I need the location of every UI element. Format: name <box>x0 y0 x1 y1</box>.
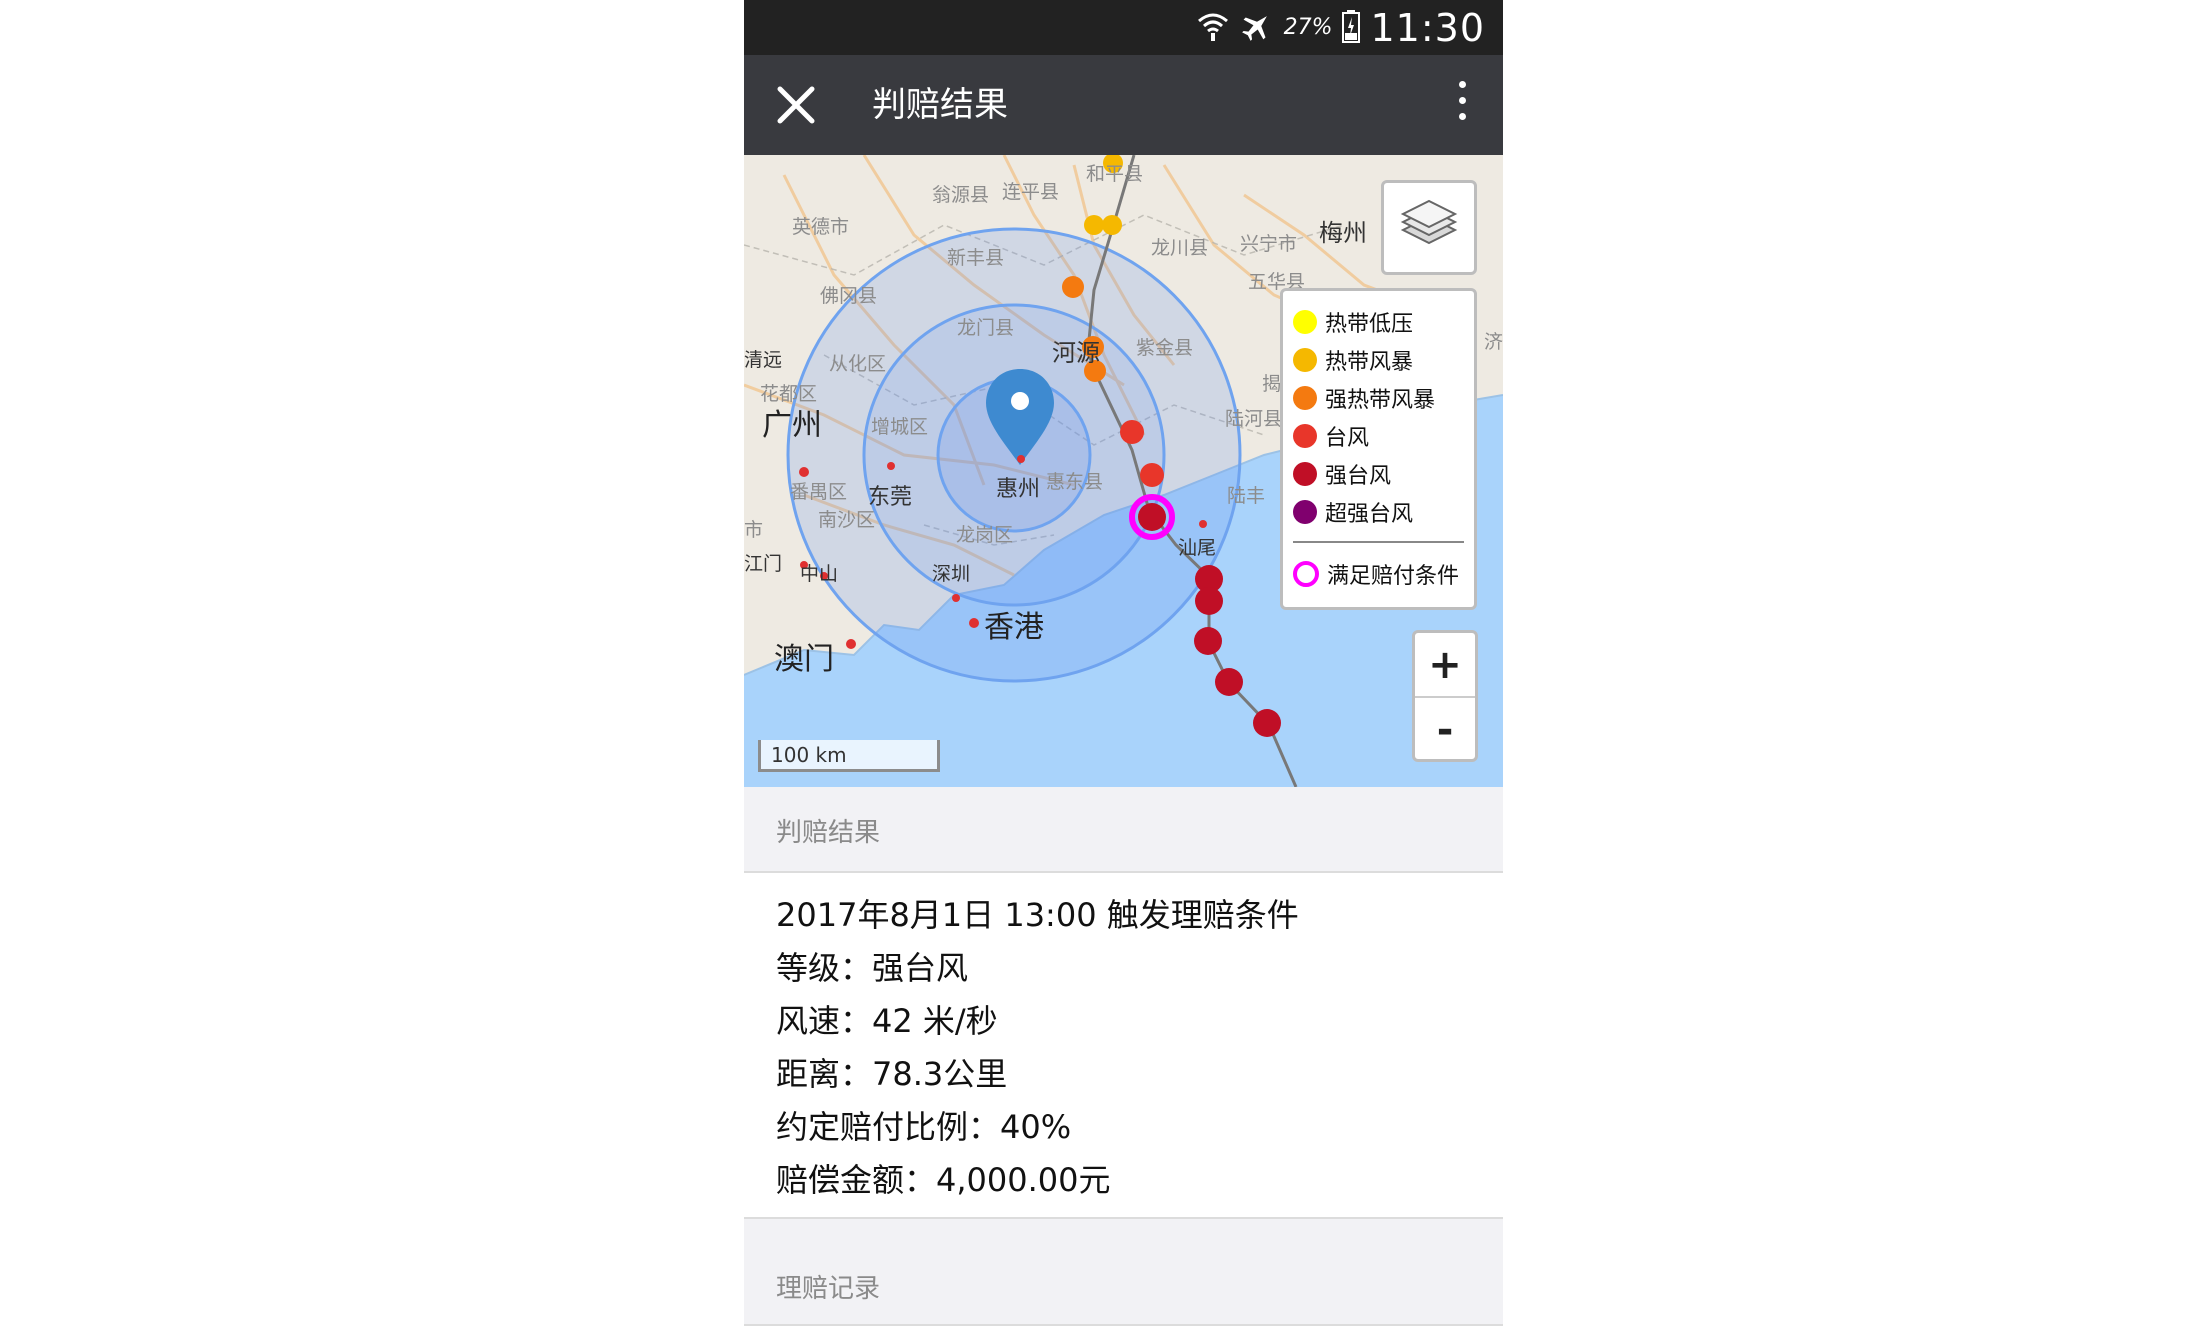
map-label: 增城区 <box>871 416 929 438</box>
legend-swatch <box>1293 500 1317 524</box>
page-title: 判赔结果 <box>872 85 1008 125</box>
legend-label: 超强台风 <box>1325 502 1414 527</box>
map-label: 广州 <box>762 408 822 443</box>
map-label: 中山 <box>800 563 839 585</box>
zoom-in-button[interactable]: + <box>1415 633 1475 698</box>
result-amount: 赔偿金额：4,000.00元 <box>776 1161 1111 1199</box>
legend-divider <box>1293 541 1464 543</box>
map-legend: 热带低压 热带风暴 强热带风暴 台风 强台风 超强台风 满足赔付条件 <box>1280 288 1477 610</box>
map-label: 英德市 <box>792 216 850 238</box>
result-wind-speed: 风速：42 米/秒 <box>776 1002 998 1040</box>
legend-item: 强热带风暴 <box>1293 379 1474 417</box>
legend-item: 超强台风 <box>1293 493 1474 531</box>
legend-item-condition: 满足赔付条件 <box>1293 555 1474 593</box>
legend-label: 热带低压 <box>1325 312 1414 337</box>
battery-percent: 27% <box>1283 15 1333 40</box>
map-label: 龙川县 <box>1151 237 1209 259</box>
track-point <box>1102 215 1122 235</box>
map-label: 惠州 <box>996 477 1041 502</box>
layers-icon <box>1400 199 1458 245</box>
wifi-icon <box>1196 9 1230 47</box>
track-point <box>1194 627 1222 655</box>
map-label: 佛冈县 <box>820 285 878 307</box>
airplane-icon <box>1240 9 1274 47</box>
legend-item: 台风 <box>1293 417 1474 455</box>
map-label: 揭 <box>1262 373 1282 395</box>
map-label: 龙门县 <box>957 317 1015 339</box>
map-label: 从化区 <box>829 353 887 375</box>
legend-label: 强台风 <box>1325 464 1392 489</box>
result-payout-ratio: 约定赔付比例：40% <box>776 1108 1072 1146</box>
map-label: 河源 <box>1052 339 1100 367</box>
layers-button[interactable] <box>1381 180 1477 275</box>
map-label: 翁源县 <box>932 184 990 206</box>
map-label: 番禺区 <box>790 481 848 503</box>
phone-screen: 27% 11:30 判赔结果 和平县 翁源县 连平县 英德市 新丰县 龙川县 兴… <box>744 0 1503 1344</box>
map-label: 紫金县 <box>1136 337 1194 359</box>
map-label: 市 <box>744 519 764 541</box>
zoom-out-button[interactable]: - <box>1415 698 1475 761</box>
track-point <box>1140 463 1164 487</box>
result-trigger-time: 2017年8月1日 13:00 触发理赔条件 <box>776 896 1299 934</box>
section-header-result: 判赔结果 <box>744 787 1503 873</box>
map-label: 陆河县 <box>1225 408 1283 430</box>
result-body: 2017年8月1日 13:00 触发理赔条件 等级：强台风 风速：42 米/秒 … <box>744 873 1503 1219</box>
status-bar: 27% 11:30 <box>744 0 1503 55</box>
legend-item: 热带风暴 <box>1293 341 1474 379</box>
map-label: 惠东县 <box>1046 471 1104 493</box>
legend-label: 强热带风暴 <box>1325 388 1436 413</box>
app-bar: 判赔结果 <box>744 55 1503 155</box>
map-label: 兴宁市 <box>1240 233 1298 255</box>
map-label: 陆丰 <box>1227 485 1266 507</box>
legend-swatch <box>1293 310 1317 334</box>
legend-item: 强台风 <box>1293 455 1474 493</box>
map-label: 南沙区 <box>818 509 876 531</box>
legend-ring-swatch <box>1293 561 1319 587</box>
track-point <box>1253 709 1281 737</box>
map-scale: 100 km <box>758 740 940 772</box>
clock: 11:30 <box>1370 5 1485 50</box>
map-label: 清远 <box>744 349 783 371</box>
map-label: 新丰县 <box>947 247 1005 269</box>
legend-item: 热带低压 <box>1293 303 1474 341</box>
legend-swatch <box>1293 462 1317 486</box>
result-level: 等级：强台风 <box>776 949 969 987</box>
battery-icon <box>1342 9 1361 47</box>
result-distance: 距离：78.3公里 <box>776 1055 1008 1093</box>
map-label: 龙岗区 <box>956 524 1014 546</box>
track-point <box>1195 587 1223 615</box>
track-point <box>1062 276 1084 298</box>
legend-label: 满足赔付条件 <box>1327 564 1460 589</box>
legend-label: 热带风暴 <box>1325 350 1414 375</box>
map-label: 和平县 <box>1086 163 1144 185</box>
legend-swatch <box>1293 348 1317 372</box>
zoom-control: + - <box>1412 630 1478 762</box>
map-label: 连平县 <box>1002 181 1060 203</box>
track-point <box>1215 668 1243 696</box>
map-label: 汕尾 <box>1178 537 1217 559</box>
track-point-trigger <box>1138 503 1166 531</box>
map-label: 澳门 <box>774 642 834 677</box>
map-label: 江门 <box>744 553 783 575</box>
legend-label: 台风 <box>1325 426 1370 451</box>
section-header-records[interactable]: 理赔记录 <box>744 1219 1503 1326</box>
typhoon-map[interactable]: 和平县 翁源县 连平县 英德市 新丰县 龙川县 兴宁市 梅州 五华县 佛冈县 龙… <box>744 155 1503 787</box>
track-point <box>1084 215 1104 235</box>
map-label: 深圳 <box>932 563 971 585</box>
legend-swatch <box>1293 424 1317 448</box>
map-label: 梅州 <box>1319 219 1367 247</box>
legend-swatch <box>1293 386 1317 410</box>
map-label: 香港 <box>984 610 1044 645</box>
close-icon[interactable] <box>774 83 818 127</box>
more-vertical-icon[interactable] <box>1459 81 1467 131</box>
map-label: 济 <box>1484 331 1503 353</box>
track-point <box>1120 420 1144 444</box>
